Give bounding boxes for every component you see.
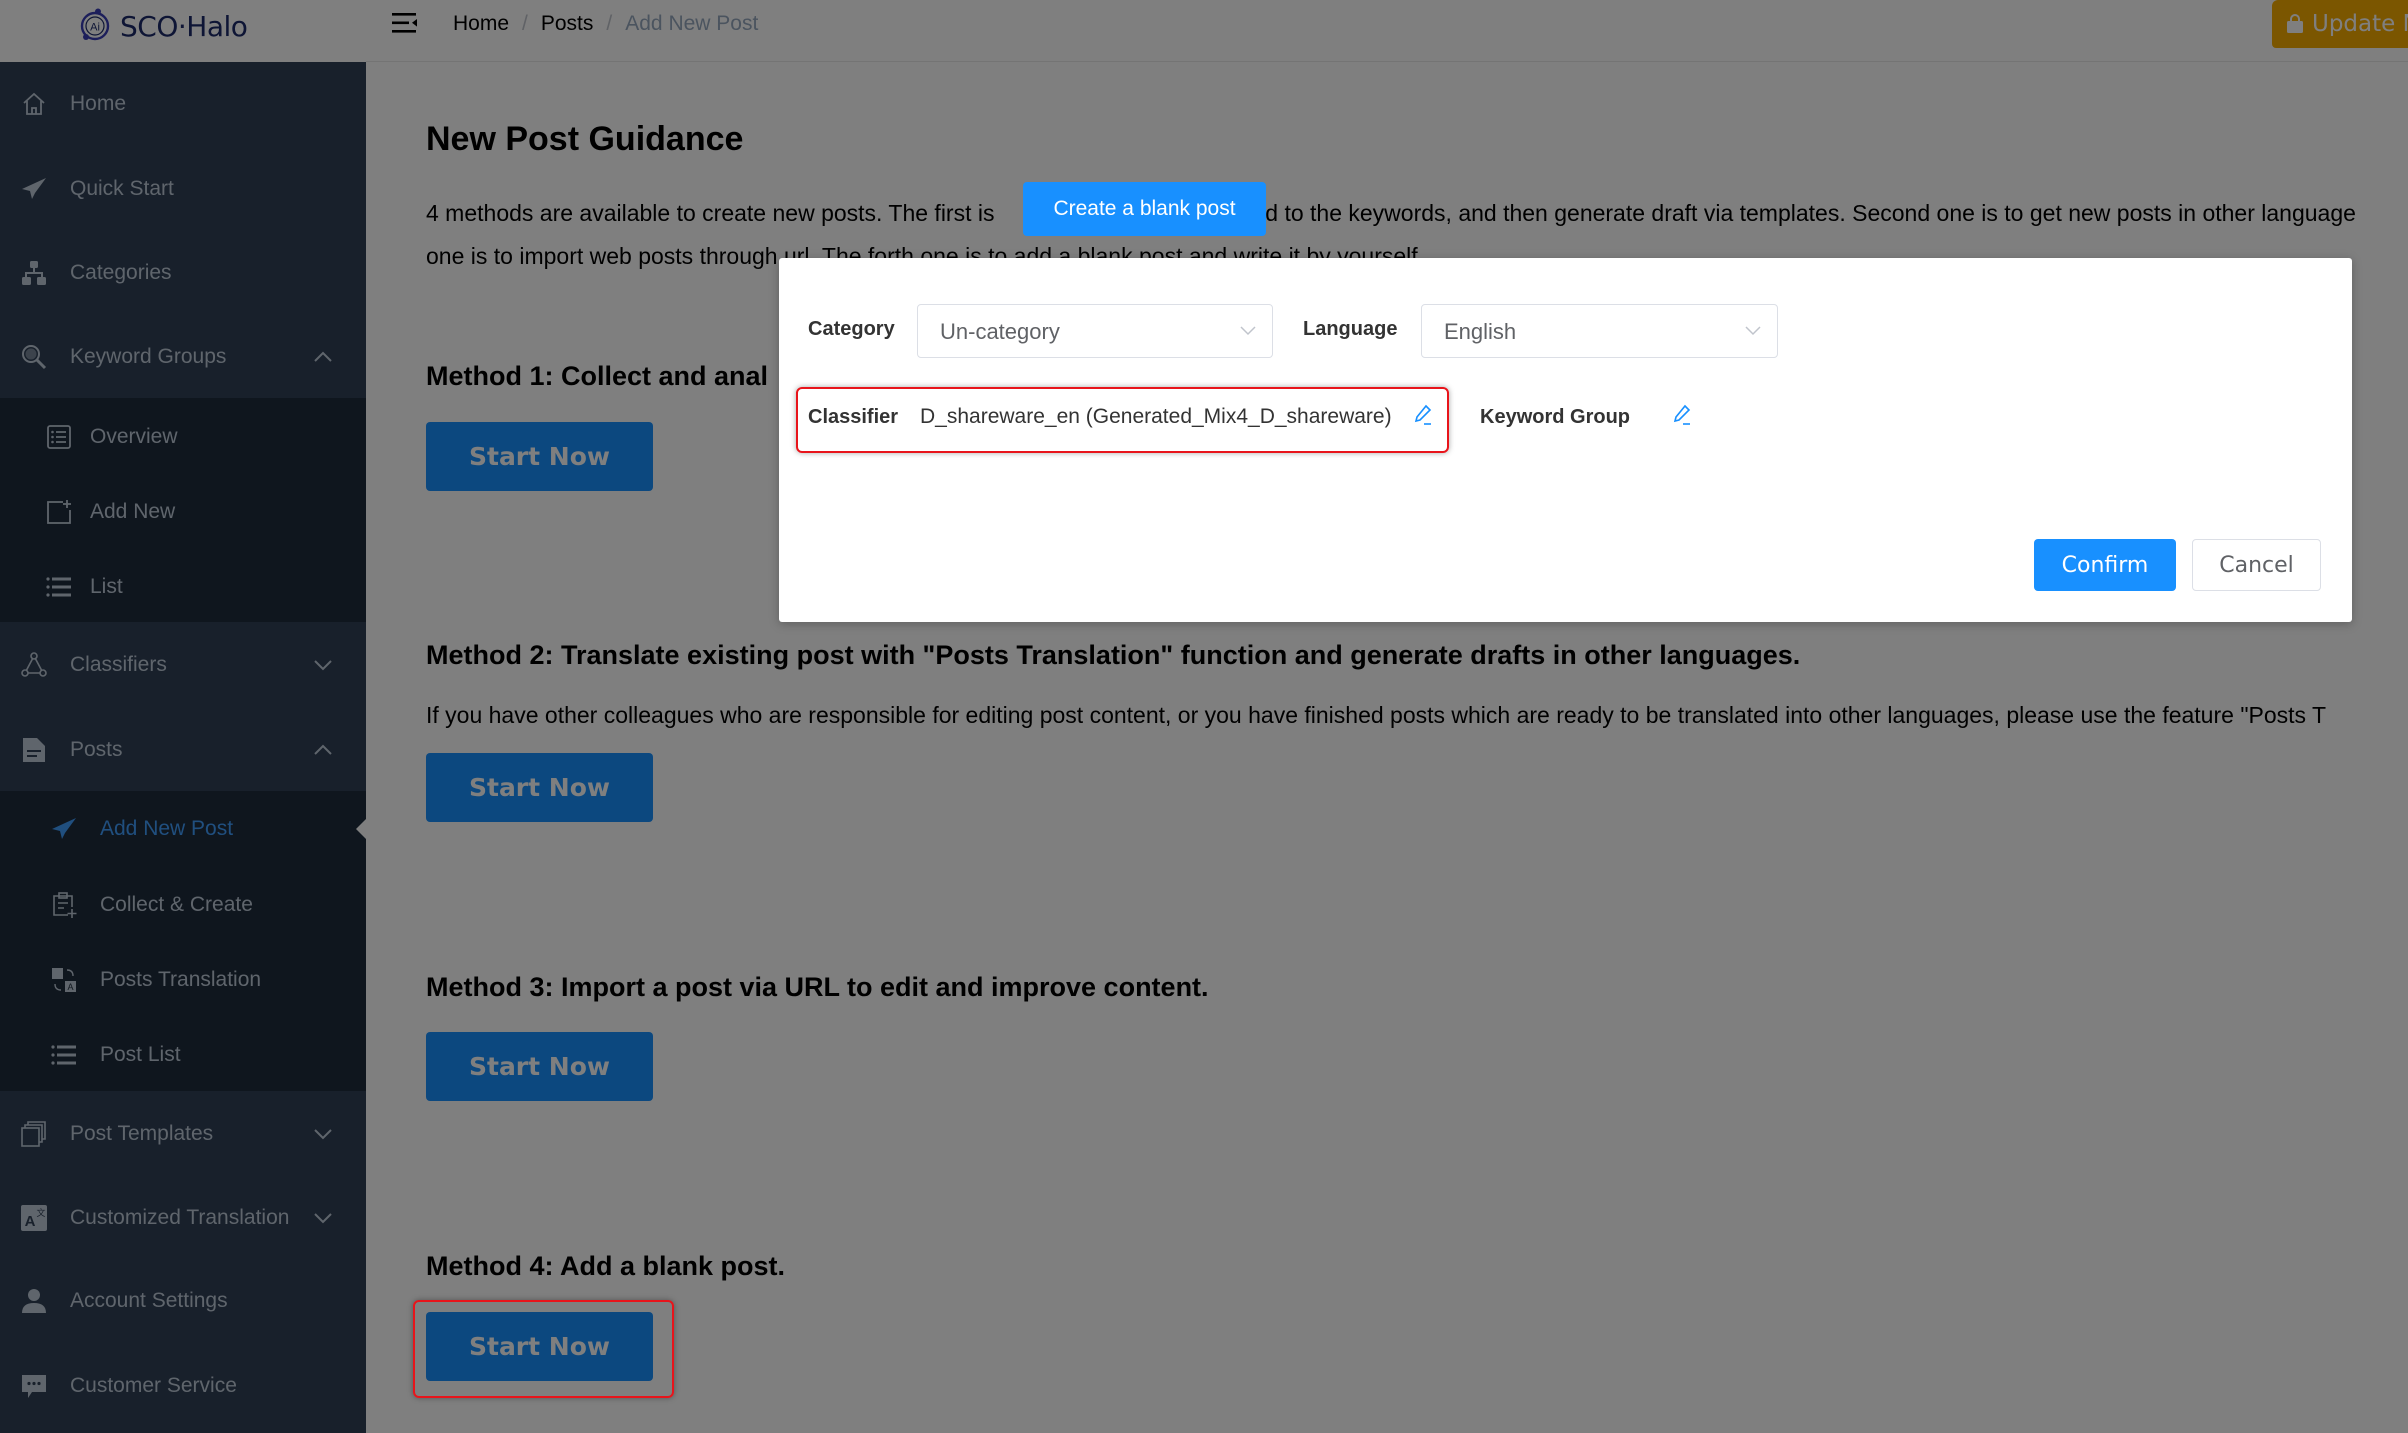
edit-classifier-icon[interactable] <box>1413 404 1433 426</box>
language-select[interactable]: English <box>1421 304 1778 358</box>
chevron-down-icon <box>1240 326 1256 336</box>
keyword-group-label: Keyword Group <box>1480 406 1631 428</box>
category-label: Category <box>808 318 895 340</box>
chevron-down-icon <box>1745 326 1761 336</box>
classifier-label: Classifier <box>808 406 899 428</box>
category-select-value: Un-category <box>940 319 1060 344</box>
guide-tooltip: Create a blank post <box>1023 182 1266 236</box>
cancel-button[interactable]: Cancel <box>2192 539 2321 591</box>
edit-keyword-group-icon[interactable] <box>1672 404 1692 426</box>
confirm-button[interactable]: Confirm <box>2034 539 2176 591</box>
language-label: Language <box>1303 318 1398 340</box>
category-select[interactable]: Un-category <box>917 304 1273 358</box>
create-blank-post-dialog: Category Un-category Language English Cl… <box>779 258 2352 622</box>
language-select-value: English <box>1444 319 1517 344</box>
classifier-value: D_shareware_en (Generated_Mix4_D_sharewa… <box>920 405 1392 428</box>
